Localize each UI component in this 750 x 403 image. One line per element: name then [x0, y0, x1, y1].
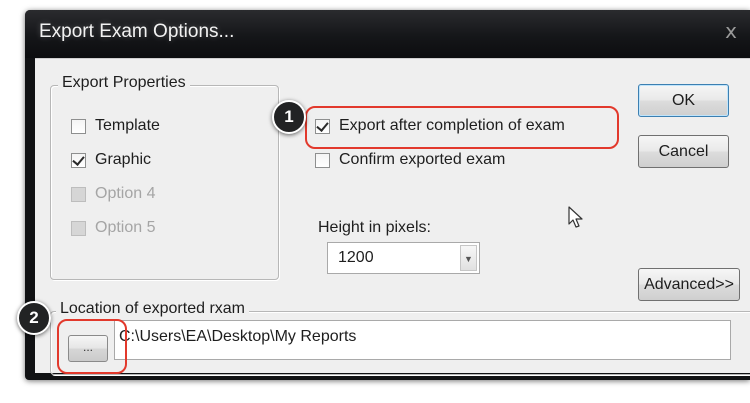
option4-label: Option 4 — [95, 185, 156, 202]
annotation-marker-2: 2 — [17, 301, 51, 335]
confirm-exported-label: Confirm exported exam — [339, 151, 506, 168]
graphic-label: Graphic — [95, 151, 152, 168]
mouse-pointer-icon — [568, 206, 583, 228]
export-path-value: C:\Users\EA\Desktop\My Reports — [119, 328, 357, 345]
template-label: Template — [95, 117, 160, 134]
height-value: 1200 — [338, 249, 374, 266]
graphic-checkbox[interactable] — [71, 152, 86, 168]
height-label: Height in pixels: — [318, 219, 431, 236]
option4-checkbox — [71, 186, 86, 202]
export-path-field[interactable]: C:\Users\EA\Desktop\My Reports — [114, 320, 731, 360]
advanced-button[interactable]: Advanced>> — [638, 268, 740, 301]
confirm-exported-row[interactable]: Confirm exported exam — [315, 149, 505, 171]
height-combobox[interactable]: 1200 ▼ — [327, 242, 480, 274]
ok-button[interactable]: OK — [638, 84, 729, 117]
option4-checkbox-row: Option 4 — [71, 183, 155, 205]
confirm-exported-checkbox[interactable] — [315, 152, 330, 168]
cancel-button[interactable]: Cancel — [638, 135, 729, 168]
highlight-browse-button — [57, 319, 127, 374]
option5-checkbox-row: Option 5 — [71, 217, 155, 239]
graphic-checkbox-row[interactable]: Graphic — [71, 149, 151, 171]
dialog-body: Export Properties Template Graphic Optio… — [35, 58, 750, 375]
template-checkbox[interactable] — [71, 118, 86, 134]
location-legend: Location of exported rxam — [56, 300, 249, 318]
chevron-down-icon[interactable]: ▼ — [460, 245, 477, 271]
option5-checkbox — [71, 220, 86, 236]
close-icon[interactable]: x — [720, 20, 742, 42]
option5-label: Option 5 — [95, 219, 156, 236]
highlight-export-after-completion — [305, 106, 619, 149]
title-bar[interactable]: Export Exam Options... x — [25, 10, 750, 58]
annotation-marker-1: 1 — [272, 100, 306, 134]
export-properties-legend: Export Properties — [58, 74, 190, 92]
export-exam-options-dialog: Export Exam Options... x Export Properti… — [25, 10, 750, 380]
dialog-title: Export Exam Options... — [39, 21, 235, 42]
template-checkbox-row[interactable]: Template — [71, 115, 160, 137]
